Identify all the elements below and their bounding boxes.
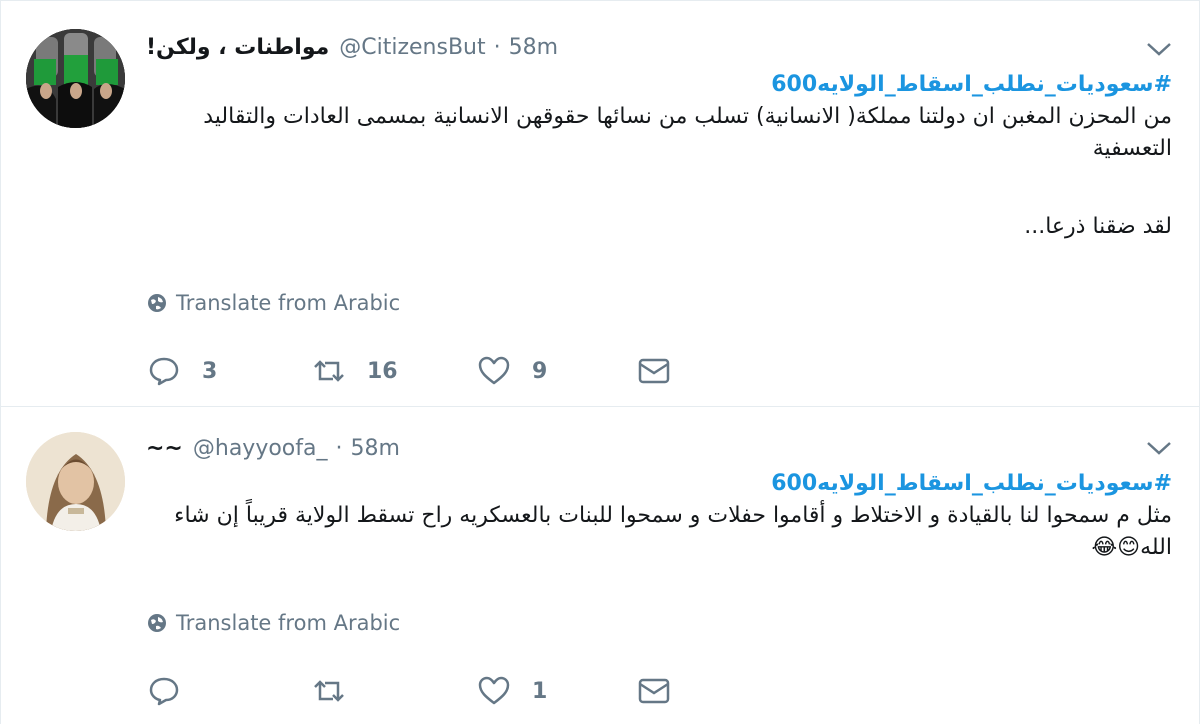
tweet[interactable]: مواطنات ، ولكن! @CitizensBut · 58m #سعود… bbox=[1, 1, 1199, 407]
avatar-image bbox=[26, 29, 125, 128]
hashtag-link[interactable]: #سعوديات_نطلب_اسقاط_الولايه600 bbox=[146, 468, 1172, 500]
tweet-actions: 3 16 9 bbox=[146, 351, 686, 391]
timestamp[interactable]: 58m bbox=[351, 436, 400, 461]
chevron-down-icon[interactable] bbox=[1145, 438, 1173, 458]
reply-icon bbox=[149, 357, 179, 386]
direct-message-button[interactable] bbox=[636, 671, 672, 711]
heart-icon bbox=[478, 356, 510, 385]
timestamp[interactable]: 58m bbox=[509, 35, 558, 60]
like-count: 9 bbox=[532, 358, 548, 384]
envelope-icon bbox=[638, 358, 670, 384]
retweet-button[interactable]: 16 bbox=[311, 351, 398, 391]
retweet-count: 16 bbox=[367, 358, 398, 384]
translate-link[interactable]: Translate from Arabic bbox=[146, 291, 400, 315]
tweet-text-line: لقد ضقنا ذرعا... bbox=[1024, 214, 1172, 239]
separator: · bbox=[493, 34, 501, 60]
avatar[interactable] bbox=[26, 432, 125, 531]
tweet-header: مواطنات ، ولكن! @CitizensBut · 58m bbox=[146, 32, 558, 62]
tweet-actions: 1 bbox=[146, 671, 686, 711]
tweet-text: #سعوديات_نطلب_اسقاط_الولايه600 مثل م سمح… bbox=[146, 468, 1172, 564]
globe-icon bbox=[148, 614, 166, 632]
like-button[interactable]: 9 bbox=[476, 351, 547, 391]
envelope-icon bbox=[638, 678, 670, 704]
translate-label[interactable]: Translate from Arabic bbox=[176, 291, 400, 315]
user-handle[interactable]: @hayyoofa_ bbox=[193, 436, 328, 461]
reply-button[interactable] bbox=[146, 671, 202, 711]
tweet-text: #سعوديات_نطلب_اسقاط_الولايه600 من المحزن… bbox=[146, 69, 1172, 243]
tweet[interactable]: ~~ @hayyoofa_ · 58m #سعوديات_نطلب_اسقاط_… bbox=[1, 408, 1199, 724]
reply-count: 3 bbox=[202, 358, 218, 384]
retweet-button[interactable] bbox=[311, 671, 367, 711]
hashtag-link[interactable]: #سعوديات_نطلب_اسقاط_الولايه600 bbox=[146, 69, 1172, 101]
retweet-icon bbox=[314, 680, 344, 702]
tweet-header: ~~ @hayyoofa_ · 58m bbox=[146, 433, 400, 463]
tweet-feed: مواطنات ، ولكن! @CitizensBut · 58m #سعود… bbox=[0, 0, 1200, 724]
tweet-text-line: مثل م سمحوا لنا بالقيادة و الاختلاط و أق… bbox=[174, 503, 1172, 560]
tweet-text-line: من المحزن المغبن ان دولتنا مملكة( الانسا… bbox=[203, 104, 1172, 161]
display-name[interactable]: ~~ bbox=[146, 436, 183, 461]
display-name[interactable]: مواطنات ، ولكن! bbox=[146, 35, 329, 60]
reply-icon bbox=[149, 677, 179, 706]
direct-message-button[interactable] bbox=[636, 351, 672, 391]
retweet-icon bbox=[314, 360, 344, 382]
avatar[interactable] bbox=[26, 29, 125, 128]
like-button[interactable]: 1 bbox=[476, 671, 547, 711]
avatar-image bbox=[26, 432, 125, 531]
user-handle[interactable]: @CitizensBut bbox=[339, 35, 485, 60]
translate-label[interactable]: Translate from Arabic bbox=[176, 611, 400, 635]
reply-button[interactable]: 3 bbox=[146, 351, 217, 391]
separator: · bbox=[335, 435, 343, 461]
chevron-down-icon[interactable] bbox=[1145, 39, 1173, 59]
heart-icon bbox=[478, 676, 510, 705]
like-count: 1 bbox=[532, 678, 548, 704]
globe-icon bbox=[148, 294, 166, 312]
translate-link[interactable]: Translate from Arabic bbox=[146, 611, 400, 635]
